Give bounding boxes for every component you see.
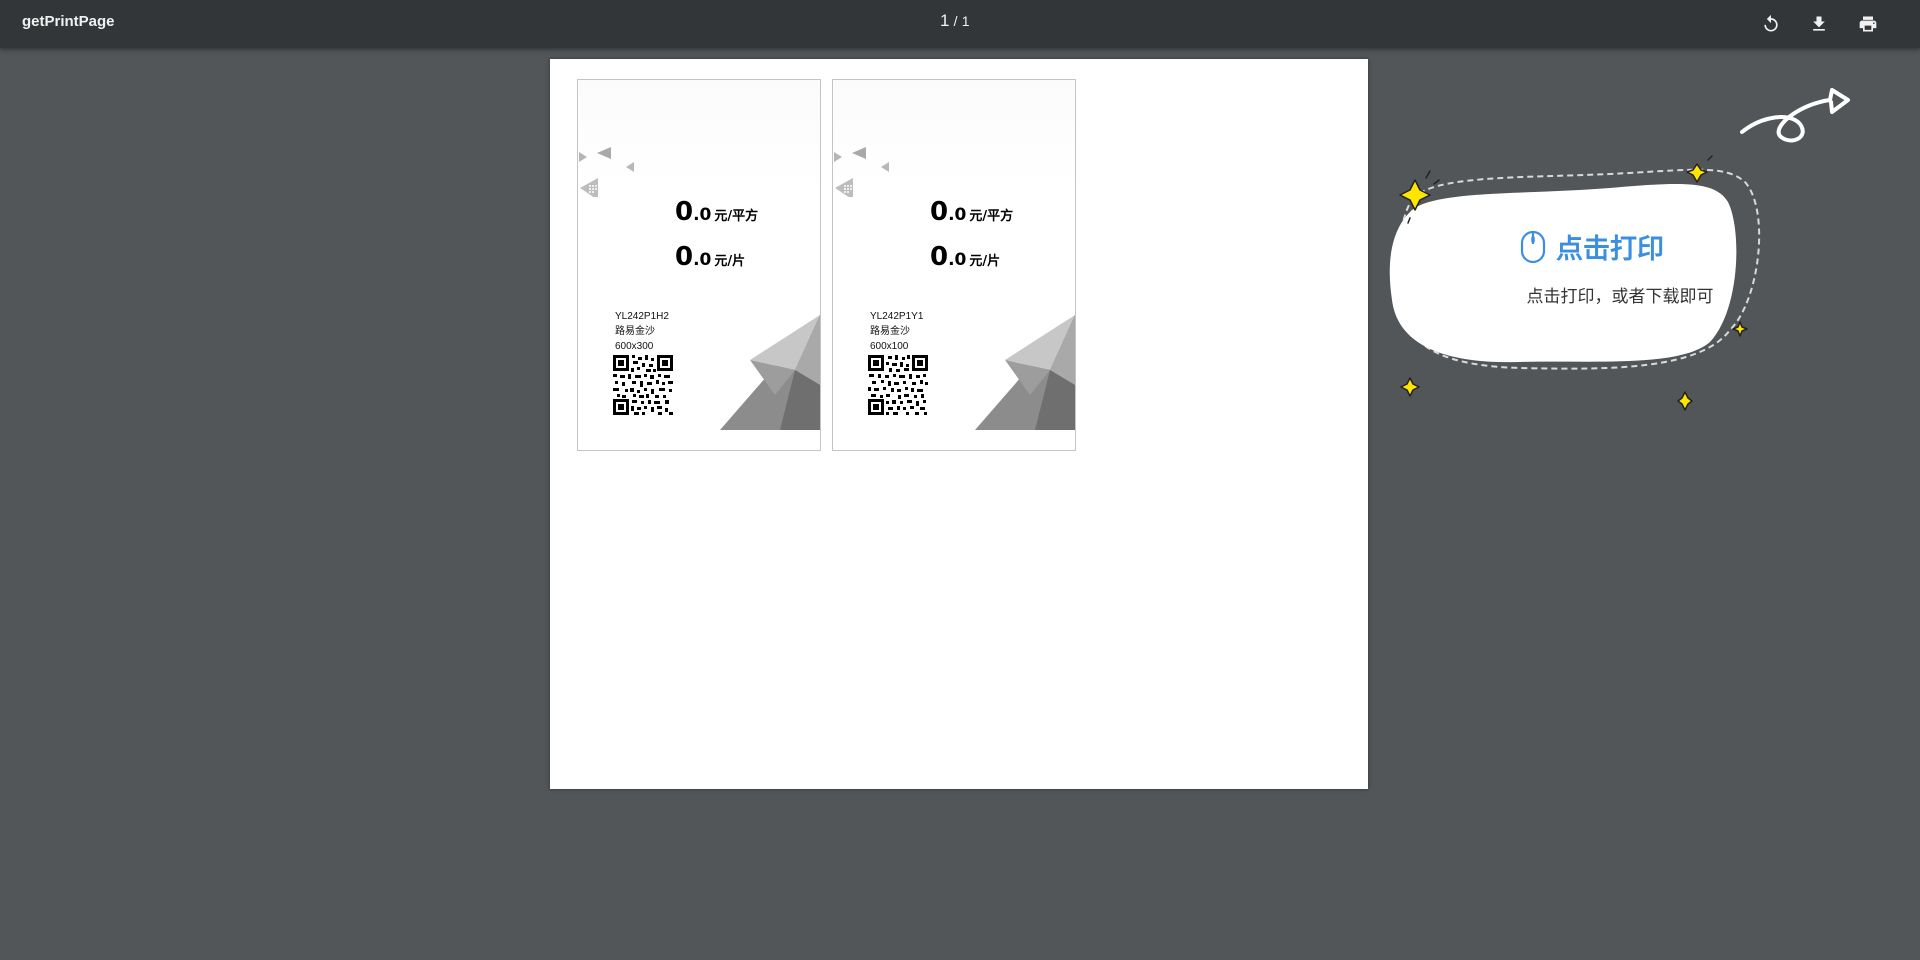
price-per-piece: 0.0 元/片	[930, 242, 1000, 272]
price-label-card: 0.0 元/平方 0.0 元/片 YL242P1H2 路易金沙 600x300	[577, 79, 821, 451]
price-decimal: .0	[948, 205, 967, 225]
triangle-decoration	[834, 147, 889, 197]
total-pages: 1	[961, 13, 970, 29]
price-per-square: 0.0 元/平方	[675, 197, 758, 227]
guide-title: 点击打印	[1556, 234, 1664, 265]
price-unit: 元/平方	[714, 209, 759, 224]
price-integer: 0	[930, 242, 949, 272]
price-integer: 0	[930, 197, 949, 227]
product-info: YL242P1H2 路易金沙 600x300	[615, 309, 669, 354]
page-indicator: 1 / 1	[940, 11, 970, 31]
price-integer: 0	[675, 242, 694, 272]
product-code: YL242P1Y1	[870, 311, 924, 322]
page-separator: /	[953, 13, 958, 29]
price-per-square: 0.0 元/平方	[930, 197, 1013, 227]
rotate-button[interactable]	[1757, 10, 1785, 38]
price-unit: 元/片	[969, 254, 1001, 269]
product-name: 路易金沙	[615, 326, 655, 337]
product-code: YL242P1H2	[615, 311, 669, 322]
guide-subtitle: 点击打印，或者下载即可	[1526, 287, 1714, 307]
price-decimal: .0	[693, 250, 712, 270]
triangle-decoration	[975, 315, 1075, 430]
price-decimal: .0	[693, 205, 712, 225]
product-size: 600x300	[615, 341, 654, 352]
price-integer: 0	[675, 197, 694, 227]
print-guide-overlay: 点击打印 点击打印，或者下载即可	[1370, 70, 1870, 440]
pdf-page: 0.0元/平方 0.0元/片 YL242P1H2 路易金沙 600x300	[550, 59, 1368, 789]
document-title: getPrintPage	[22, 13, 115, 30]
product-info: YL242P1Y1 路易金沙 600x100	[870, 309, 923, 354]
price-unit: 元/平方	[969, 209, 1014, 224]
download-icon	[1813, 16, 1825, 31]
price-decimal: .0	[948, 250, 967, 270]
price-per-piece: 0.0 元/片	[675, 242, 745, 272]
print-icon	[1859, 16, 1877, 32]
mouse-icon	[1520, 230, 1546, 264]
price-label-card: 0.0 元/平方 0.0 元/片 YL242P1Y1 路易金沙 600x100	[832, 79, 1076, 451]
current-page-number[interactable]: 1	[940, 11, 949, 30]
triangle-decoration	[720, 315, 820, 430]
qr-code-icon	[613, 355, 673, 415]
qr-code-icon	[868, 355, 928, 415]
click-to-print-button[interactable]: 点击打印	[1520, 227, 1720, 266]
product-size: 600x100	[870, 341, 909, 352]
price-unit: 元/片	[714, 254, 746, 269]
curly-arrow-icon	[1740, 88, 1850, 143]
print-button[interactable]	[1854, 10, 1882, 38]
rotate-icon	[1764, 14, 1778, 32]
download-button[interactable]	[1805, 10, 1833, 38]
pdf-toolbar: getPrintPage 1 / 1	[0, 0, 1920, 48]
product-name: 路易金沙	[870, 326, 910, 337]
triangle-decoration	[579, 147, 634, 197]
